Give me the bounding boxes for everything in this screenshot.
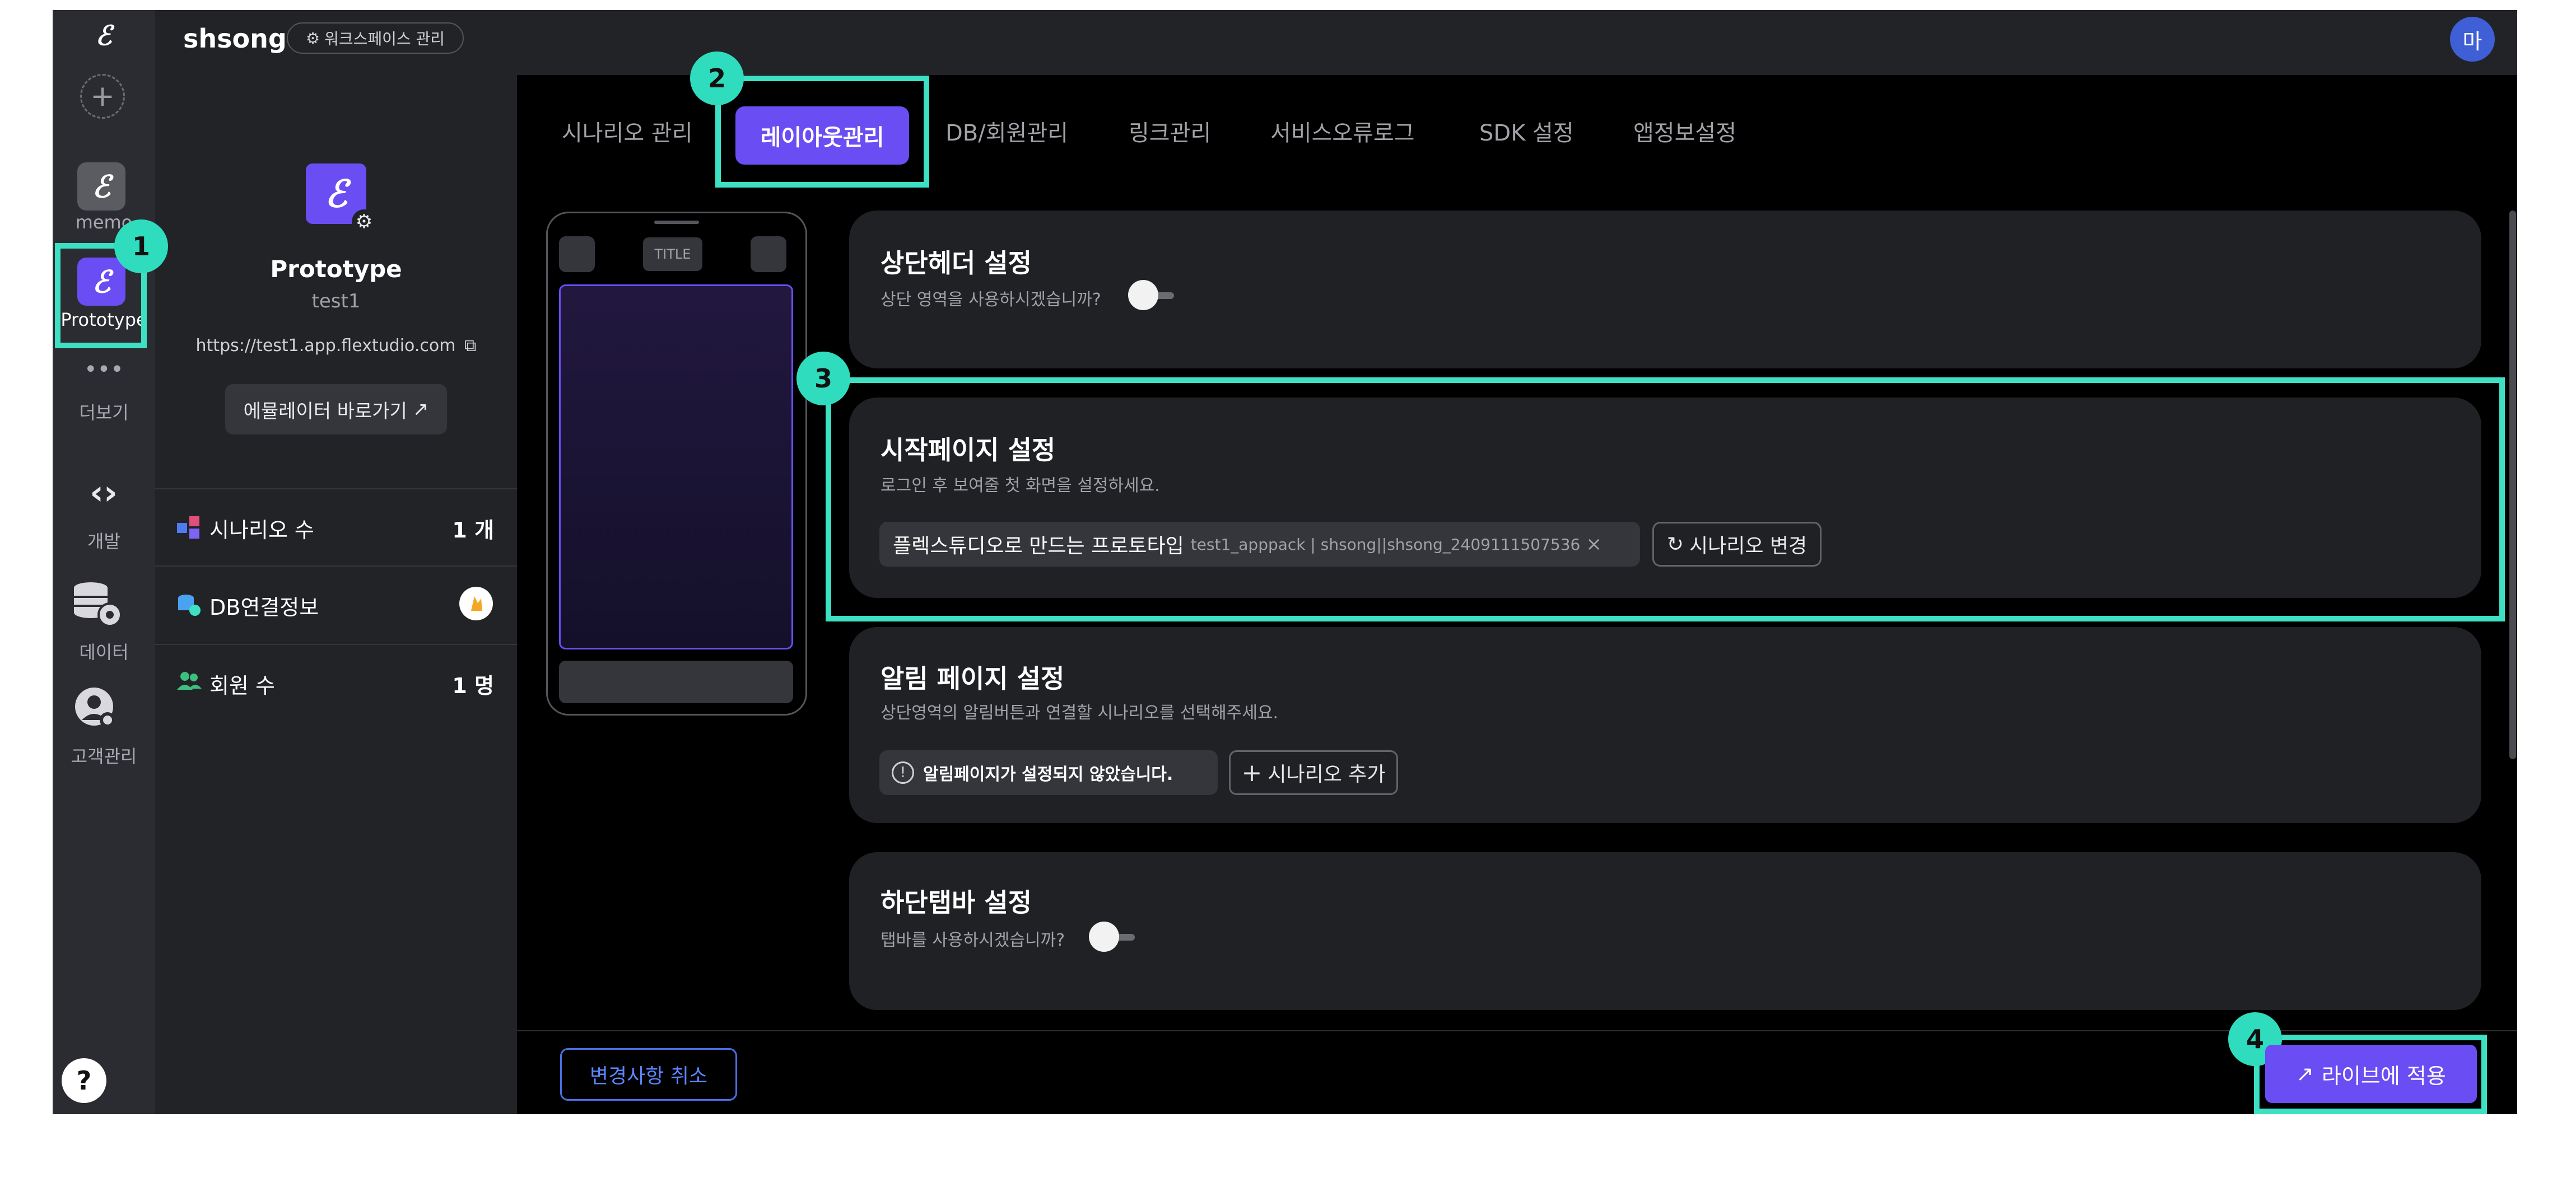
phone-screen-area: [559, 284, 793, 649]
notification-page-subtitle: 상단영역의 알림버튼과 연결할 시나리오를 선택해주세요.: [881, 703, 1279, 723]
notification-warning-chip: ! 알림페이지가 설정되지 않았습니다.: [879, 750, 1218, 795]
bottom-tab-title: 하단탭바 설정: [881, 887, 1032, 918]
top-header: [155, 10, 2517, 75]
firebase-status-icon[interactable]: [459, 587, 493, 620]
change-scenario-label: 시나리오 변경: [1689, 535, 1808, 558]
external-link-icon: ↗: [412, 398, 429, 420]
rail-item-dev-label[interactable]: 개발: [53, 527, 155, 553]
help-button[interactable]: ?: [62, 1058, 106, 1103]
phone-title-placeholder: TITLE: [643, 237, 702, 271]
copy-icon[interactable]: ⧉: [464, 336, 476, 356]
apply-live-label: 라이브에 적용: [2322, 1063, 2446, 1088]
start-page-scenario-name: 플렉스튜디오로 만드는 프로토타입: [893, 535, 1184, 558]
bottom-tab-subtitle: 탭바를 사용하시겠습니까?: [881, 931, 1065, 950]
phone-header-right-slot: [751, 236, 786, 272]
remove-scenario-icon[interactable]: ×: [1586, 533, 1602, 555]
emulator-shortcut-button[interactable]: 에뮬레이터 바로가기 ↗: [225, 384, 447, 434]
annotation-box-2: [715, 76, 929, 188]
add-scenario-button[interactable]: + 시나리오 추가: [1229, 750, 1398, 795]
more-dots-icon[interactable]: •••: [84, 358, 124, 381]
phone-header-left-slot: [559, 236, 595, 272]
start-page-title: 시작페이지 설정: [881, 435, 1056, 465]
project-name: Prototype: [270, 255, 402, 283]
footer-bar: [517, 1030, 2517, 1114]
tab-sdk[interactable]: SDK 설정: [1479, 115, 1574, 147]
start-page-scenario-meta: test1_apppack | shsong||shsong_240911150…: [1190, 535, 1581, 554]
header-setting-subtitle: 상단 영역을 사용하시겠습니까?: [881, 290, 1101, 310]
tab-db-members[interactable]: DB/회원관리: [945, 115, 1068, 147]
project-settings-gear-icon[interactable]: ⚙: [352, 209, 376, 234]
project-url-row: https://test1.app.flextudio.com ⧉: [155, 336, 517, 356]
scrollbar-thumb[interactable]: [2509, 211, 2516, 759]
flexstudio-logo-icon[interactable]: ℰ: [84, 19, 123, 53]
add-workspace-button[interactable]: +: [80, 74, 125, 119]
workspace-manage-button[interactable]: ⚙ 워크스페이스 관리: [287, 22, 464, 54]
scenario-blocks-icon: [177, 515, 202, 540]
users-icon: [177, 670, 202, 694]
add-scenario-label: 시나리오 추가: [1268, 763, 1386, 786]
stat-label-scenarios: 시나리오 수: [209, 518, 314, 543]
tab-app-info[interactable]: 앱정보설정: [1633, 115, 1736, 147]
start-page-subtitle: 로그인 후 보여줄 첫 화면을 설정하세요.: [881, 476, 1160, 495]
rail-item-more-label[interactable]: 더보기: [53, 399, 155, 424]
header-setting-title: 상단헤더 설정: [881, 248, 1032, 278]
tab-scenario[interactable]: 시나리오 관리: [562, 115, 693, 147]
workspace-manage-label: 워크스페이스 관리: [324, 30, 445, 48]
header-setting-toggle[interactable]: [1128, 280, 1176, 310]
phone-tabbar-placeholder: [559, 661, 793, 703]
code-brackets-icon[interactable]: ‹›: [73, 473, 134, 512]
stat-label-members: 회원 수: [209, 674, 275, 698]
tab-error-log[interactable]: 서비스오류로그: [1270, 115, 1415, 147]
stat-value-members: 1 명: [452, 674, 494, 698]
phone-notch: [654, 221, 699, 224]
plus-icon: +: [1241, 758, 1263, 787]
refresh-icon: ↻: [1666, 532, 1684, 556]
notification-warning-text: 알림페이지가 설정되지 않았습니다.: [923, 765, 1173, 784]
workspace-name: shsong: [183, 24, 287, 54]
rail-item-memo-icon[interactable]: ℰ: [77, 162, 125, 211]
database-gear-icon[interactable]: [69, 579, 125, 629]
notification-page-title: 알림 페이지 설정: [881, 663, 1065, 694]
emulator-shortcut-label: 에뮬레이터 바로가기: [243, 400, 407, 423]
project-url[interactable]: https://test1.app.flextudio.com: [196, 336, 456, 356]
project-id: test1: [311, 290, 361, 312]
apply-live-button[interactable]: ↗ 라이브에 적용: [2265, 1045, 2477, 1103]
rail-item-data-label[interactable]: 데이터: [53, 638, 155, 664]
stat-label-db: DB연결정보: [209, 595, 319, 620]
gear-icon: ⚙: [305, 29, 320, 48]
user-settings-icon[interactable]: [74, 686, 119, 731]
warning-circle-icon: !: [892, 761, 914, 784]
tab-links[interactable]: 링크관리: [1129, 115, 1211, 147]
avatar[interactable]: 마: [2450, 17, 2495, 62]
external-link-icon: ↗: [2296, 1062, 2314, 1086]
stat-value-scenarios: 1 개: [452, 518, 494, 543]
start-page-scenario-chip: 플렉스튜디오로 만드는 프로토타입 test1_apppack | shsong…: [879, 522, 1640, 567]
rail-item-customer-label[interactable]: 고객관리: [53, 742, 155, 768]
bottom-tab-toggle[interactable]: [1089, 922, 1137, 952]
database-link-icon: [177, 592, 202, 617]
annotation-badge-2: 2: [690, 52, 744, 105]
change-scenario-button[interactable]: ↻ 시나리오 변경: [1652, 522, 1822, 567]
annotation-badge-3: 3: [796, 352, 850, 405]
cancel-changes-button[interactable]: 변경사항 취소: [560, 1048, 737, 1101]
annotation-box-3: [826, 377, 2505, 621]
